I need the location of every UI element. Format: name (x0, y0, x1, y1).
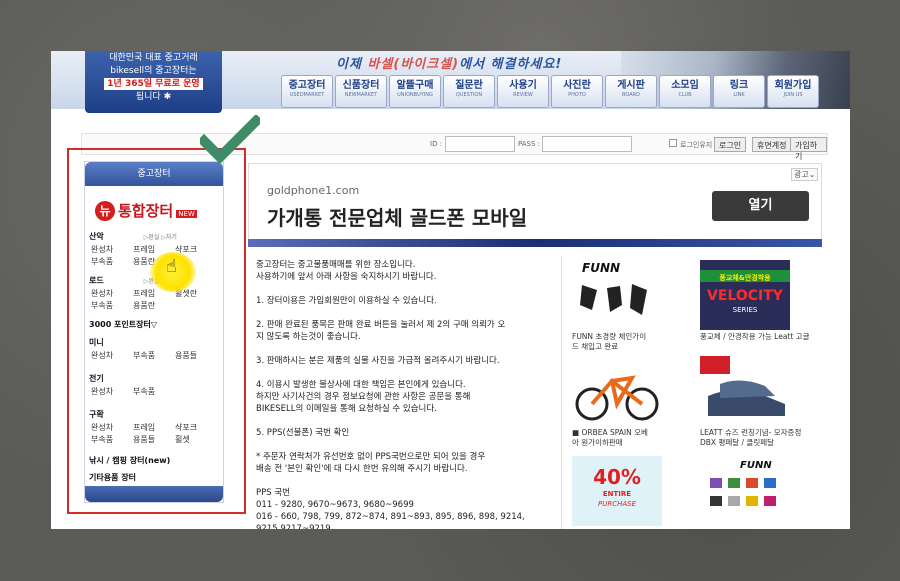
sale-banner-image: 40% ENTIRE PURCHASE (572, 456, 662, 526)
id-input[interactable] (445, 136, 515, 152)
ad-domain: goldphone1.com (267, 184, 360, 197)
nav-button[interactable]: 질문란 QUESTION (443, 75, 495, 108)
orbea-bike-image (575, 375, 659, 421)
promo-highlight: 1년 365일 무료로 운영 (104, 78, 203, 90)
nav-sublabel: NEWMARKET (344, 92, 378, 98)
nav-sublabel: JOIN US (783, 92, 803, 98)
nav-sublabel: BOARD (622, 92, 640, 98)
product-card[interactable]: 풍교체&안경착용 VELOCITY SERIES 풍교체 / 안경착용 가능 L… (695, 256, 820, 351)
svg-text:풍교체&안경착용: 풍교체&안경착용 (719, 273, 771, 282)
dormant-account-button[interactable]: 휴면계정 (752, 137, 792, 152)
product-caption: LEATT 슈즈 런칭기념- 모자증정 DBX 평페달 / 클릿페달 (700, 428, 802, 447)
nav-label: 알뜰구매 (396, 80, 434, 91)
nav-sublabel: QUESTION (455, 92, 483, 98)
notice-paragraph: 5. PPS(선불폰) 국번 확인 (256, 428, 350, 438)
nav-button[interactable]: 게시판 BOARD (605, 75, 657, 108)
promo-line4: 됩니다 ✱ (135, 92, 172, 102)
notice-paragraph: 1. 장터이용은 가입회원만이 이용하실 수 있습니다. (256, 296, 437, 306)
leatt-shoes-image (700, 356, 785, 416)
nav-label: 신품장터 (342, 80, 380, 91)
notice-paragraph: PPS 국번 011 - 9280, 9670~9673, 9680~9699 … (256, 488, 525, 529)
product-grid: FUNN FUNN 초경량 체인가이 드 채입고 완료 풍교체&안경착용 VEL… (561, 256, 823, 529)
promo-line2: bikesell의 중고장터는 (110, 66, 197, 76)
funn-pedals-image: FUNN (710, 460, 776, 506)
nav-sublabel: CLUB (678, 92, 692, 98)
site-slogan: 이제 바셀(바이크셀)에서 해결하세요! (336, 57, 563, 72)
notice-paragraph: * 주문자 연락처가 유선번호 없이 PPS국번으로만 되어 있을 경우 배송 … (256, 452, 486, 474)
keep-login-checkbox[interactable] (669, 139, 677, 147)
pass-label: PASS : (518, 140, 541, 148)
nav-label: 게시판 (617, 80, 645, 91)
promo-line1: 대한민국 대표 중고거래 (109, 53, 198, 63)
nav-label: 질문란 (455, 80, 483, 91)
nav-button[interactable]: 회원가입 JOIN US (767, 75, 819, 108)
keep-login-label: 로그인유지 (680, 141, 713, 149)
promo-box: 대한민국 대표 중고거래 bikesell의 중고장터는 1년 365일 무료로… (85, 51, 222, 113)
product-card[interactable]: LEATT 슈즈 런칭기념- 모자증정 DBX 평페달 / 클릿페달 (695, 352, 820, 447)
svg-text:PURCHASE: PURCHASE (598, 500, 637, 508)
hand-pointer-icon: ☝ (166, 256, 177, 277)
nav-sublabel: LINK (733, 92, 745, 98)
main-nav: 중고장터 USEDMARKET 신품장터 NEWMARKET 알뜰구매 UNIONBUYI… (281, 75, 819, 108)
nav-button[interactable]: 사진란 PHOTO (551, 75, 603, 108)
product-card[interactable]: FUNN FUNN 초경량 체인가이 드 채입고 완료 (567, 256, 692, 351)
ad-title[interactable]: 가개통 전문업체 골드폰 모바일 (267, 202, 527, 231)
pass-input[interactable] (542, 136, 632, 152)
nav-sublabel: REVIEW (513, 92, 533, 98)
product-caption: FUNN 초경량 체인가이 드 채입고 완료 (572, 332, 647, 351)
nav-button[interactable]: 소모임 CLUB (659, 75, 711, 108)
nav-label: 회원가입 (774, 80, 812, 91)
nav-button[interactable]: 신품장터 NEWMARKET (335, 75, 387, 108)
ad-banner[interactable]: 광고⌄ goldphone1.com 가개통 전문업체 골드폰 모바일 열기 (248, 163, 822, 243)
svg-text:ENTIRE: ENTIRE (603, 490, 631, 498)
nav-label: 중고장터 (288, 80, 326, 91)
svg-text:FUNN: FUNN (582, 261, 620, 275)
nav-label: 사진란 (563, 80, 591, 91)
nav-button[interactable]: 사용기 REVIEW (497, 75, 549, 108)
notice-paragraph: 중고장터는 중고물품매매를 위한 장소입니다. 사용하기에 앞서 아래 사항을 … (256, 260, 437, 282)
product-card[interactable]: 40% ENTIRE PURCHASE (567, 452, 692, 529)
product-card[interactable]: FUNN (695, 452, 820, 529)
highlight-box (67, 148, 246, 514)
product-card[interactable]: ■ ORBEA SPAIN 오베 아 원가이하판매 (567, 352, 692, 447)
funn-chain-guide-image: FUNN (580, 261, 647, 315)
svg-text:SERIES: SERIES (733, 306, 758, 314)
nav-sublabel: USEDMARKET (289, 92, 325, 98)
svg-text:FUNN: FUNN (740, 460, 772, 471)
svg-text:VELOCITY: VELOCITY (707, 288, 784, 304)
login-button[interactable]: 로그인 (714, 137, 747, 152)
nav-button[interactable]: 링크 LINK (713, 75, 765, 108)
join-button[interactable]: 가입하기 (790, 137, 827, 161)
svg-text:40%: 40% (593, 465, 641, 489)
ad-tag[interactable]: 광고⌄ (791, 168, 819, 181)
product-caption: 풍교체 / 안경착용 가능 Leatt 고글 (700, 332, 810, 341)
nav-sublabel: PHOTO (568, 92, 586, 98)
velocity-goggle-image: 풍교체&안경착용 VELOCITY SERIES (700, 260, 790, 330)
nav-label: 소모임 (671, 80, 699, 91)
section-divider (248, 239, 822, 247)
product-caption: ■ ORBEA SPAIN 오베 아 원가이하판매 (572, 428, 648, 447)
notice-paragraph: 3. 판매하시는 분은 제품의 실물 사진을 가급적 올려주시기 바랍니다. (256, 356, 500, 366)
checkmark-icon (200, 115, 260, 163)
nav-button[interactable]: 알뜰구매 UNIONBUYING (389, 75, 441, 108)
site-banner: 대한민국 대표 중고거래 bikesell의 중고장터는 1년 365일 무료로… (51, 51, 850, 113)
ad-open-button[interactable]: 열기 (712, 191, 809, 221)
nav-label: 사용기 (509, 80, 537, 91)
id-label: ID : (430, 140, 443, 148)
notice-paragraph: 2. 판매 완료된 품목은 판매 완료 버튼을 눌러서 제 2의 구매 의뢰가 … (256, 320, 506, 342)
nav-button[interactable]: 중고장터 USEDMARKET (281, 75, 333, 108)
notice-paragraph: 4. 이용시 발생한 불상사에 대한 책임은 본인에게 있습니다. 하지만 사기… (256, 380, 471, 414)
nav-sublabel: UNIONBUYING (397, 92, 433, 98)
market-notice: 중고장터는 중고물품매매를 위한 장소입니다. 사용하기에 앞서 아래 사항을 … (256, 259, 561, 529)
nav-label: 링크 (729, 80, 749, 91)
